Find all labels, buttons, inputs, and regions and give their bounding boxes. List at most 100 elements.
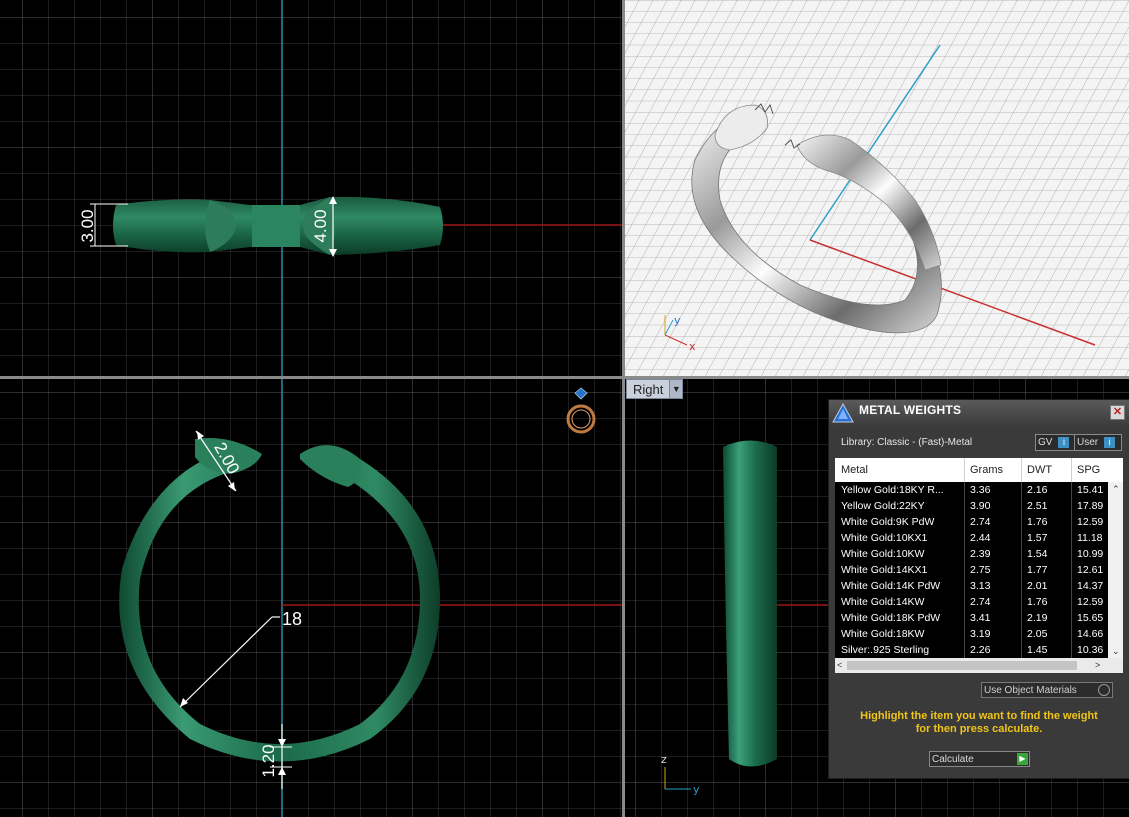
cell-metal: White Gold:9K PdW (841, 516, 935, 528)
axis-y-label: y (674, 314, 681, 327)
cell-metal: White Gold:14KX1 (841, 564, 928, 576)
cell-metal: Yellow Gold:18KY R... (841, 484, 944, 496)
table-row[interactable]: White Gold:14KW 2.74 1.76 12.59 (835, 594, 1123, 610)
cell-spg: 14.66 (1077, 628, 1104, 640)
calculate-button[interactable]: Calculate ▶ (929, 751, 1030, 767)
viewport-top[interactable]: 3.00 4.00 (0, 0, 622, 376)
table-row[interactable]: White Gold:10KX1 2.44 1.57 11.18 (835, 530, 1123, 546)
cell-grams: 3.13 (970, 580, 991, 592)
cell-metal: White Gold:18KW (841, 628, 925, 640)
cell-spg: 12.59 (1077, 596, 1104, 608)
user-toggle[interactable]: User i (1074, 434, 1122, 451)
col-spg[interactable]: SPG (1077, 464, 1100, 476)
cell-dwt: 1.57 (1027, 532, 1048, 544)
scroll-down-icon[interactable]: ⌄ (1112, 646, 1120, 657)
panel-title: METAL WEIGHTS (859, 403, 962, 417)
panel-title-bar[interactable]: METAL WEIGHTS ✕ (829, 400, 1129, 425)
cell-spg: 10.36 (1077, 644, 1104, 656)
dim-top-height: 4.00 (311, 209, 330, 242)
metal-table[interactable]: Metal Grams DWT SPG Yellow Gold:18KY R..… (835, 458, 1123, 673)
cell-metal: Silver:.925 Sterling (841, 644, 930, 656)
cell-grams: 3.41 (970, 612, 991, 624)
cell-metal: Yellow Gold:22KY (841, 500, 925, 512)
table-rows: Yellow Gold:18KY R... 3.36 2.16 15.41 Yellow… (835, 482, 1123, 658)
col-dwt[interactable]: DWT (1027, 464, 1052, 476)
table-row[interactable]: White Gold:18K PdW 3.41 2.19 15.65 (835, 610, 1123, 626)
cell-dwt: 2.05 (1027, 628, 1048, 640)
cell-spg: 12.61 (1077, 564, 1104, 576)
col-metal[interactable]: Metal (841, 464, 868, 476)
cell-spg: 15.41 (1077, 484, 1104, 496)
cell-metal: White Gold:14K PdW (841, 580, 941, 592)
horizontal-scrollbar[interactable]: < > (835, 658, 1123, 673)
col-grams[interactable]: Grams (970, 464, 1003, 476)
top-view-canvas: 3.00 4.00 (0, 0, 622, 376)
table-header: Metal Grams DWT SPG (835, 458, 1123, 483)
viewport-label-text: Right (633, 381, 664, 397)
viewport-divider-vertical[interactable] (622, 0, 625, 817)
cell-dwt: 2.01 (1027, 580, 1048, 592)
cell-grams: 3.36 (970, 484, 991, 496)
cell-grams: 2.74 (970, 516, 991, 528)
axis-z-label: z (661, 753, 667, 766)
cell-dwt: 1.76 (1027, 516, 1048, 528)
cell-spg: 15.65 (1077, 612, 1104, 624)
hint-line-1: Highlight the item you want to find the … (860, 710, 1098, 722)
viewport-divider-horizontal[interactable] (0, 376, 1129, 379)
calculate-label: Calculate (932, 753, 974, 765)
gv-toggle[interactable]: GV i (1035, 434, 1075, 451)
table-row[interactable]: Silver:.925 Sterling 2.26 1.45 10.36 (835, 642, 1123, 658)
cell-dwt: 2.51 (1027, 500, 1048, 512)
table-row[interactable]: White Gold:9K PdW 2.74 1.76 12.59 (835, 514, 1123, 530)
table-row[interactable]: White Gold:14K PdW 3.13 2.01 14.37 (835, 578, 1123, 594)
scroll-right-icon[interactable]: > (1095, 660, 1100, 670)
cell-spg: 12.59 (1077, 516, 1104, 528)
radio-icon[interactable] (1098, 684, 1110, 696)
table-row[interactable]: Yellow Gold:18KY R... 3.36 2.16 15.41 (835, 482, 1123, 498)
info-icon: i (1104, 437, 1116, 448)
cell-grams: 2.74 (970, 596, 991, 608)
table-row[interactable]: Yellow Gold:22KY 3.90 2.51 17.89 (835, 498, 1123, 514)
table-row[interactable]: White Gold:18KW 3.19 2.05 14.66 (835, 626, 1123, 642)
metal-weights-panel: METAL WEIGHTS ✕ Library: Classic - (Fast… (828, 399, 1129, 779)
scroll-left-icon[interactable]: < (837, 660, 842, 670)
cell-spg: 10.99 (1077, 548, 1104, 560)
viewport-label-right[interactable]: Right ▼ (626, 379, 684, 399)
axis-y-label-right: y (693, 783, 700, 796)
hint-text: Highlight the item you want to find the … (829, 710, 1129, 736)
table-row[interactable]: White Gold:14KX1 2.75 1.77 12.61 (835, 562, 1123, 578)
cell-spg: 11.18 (1077, 532, 1103, 544)
cell-grams: 2.39 (970, 548, 991, 560)
cell-metal: White Gold:14KW (841, 596, 925, 608)
scroll-up-icon[interactable]: ⌃ (1112, 484, 1120, 495)
dim-top-width: 3.00 (78, 209, 97, 242)
library-label: Library: Classic - (Fast)-Metal (841, 437, 973, 448)
cell-dwt: 2.19 (1027, 612, 1048, 624)
cell-dwt: 1.76 (1027, 596, 1048, 608)
table-row[interactable]: White Gold:10KW 2.39 1.54 10.99 (835, 546, 1123, 562)
cell-metal: White Gold:10KX1 (841, 532, 928, 544)
chevron-down-icon[interactable]: ▼ (669, 380, 683, 398)
close-icon[interactable]: ✕ (1110, 405, 1125, 420)
cell-grams: 2.26 (970, 644, 991, 656)
viewport-perspective[interactable]: y x (625, 0, 1129, 376)
viewport-front[interactable]: 2.00 18 1.20 (0, 379, 622, 817)
cell-grams: 3.90 (970, 500, 991, 512)
scroll-thumb[interactable] (847, 661, 1077, 670)
play-icon: ▶ (1017, 753, 1028, 765)
ring-right-shape (723, 440, 777, 767)
use-object-materials-toggle[interactable]: Use Object Materials (981, 682, 1113, 698)
cell-spg: 14.37 (1077, 580, 1104, 592)
dim-front-diameter: 18 (282, 609, 302, 629)
gv-label: GV (1038, 437, 1053, 448)
cell-dwt: 2.16 (1027, 484, 1048, 496)
cell-grams: 3.19 (970, 628, 991, 640)
cell-grams: 2.75 (970, 564, 991, 576)
dim-front-thickness: 1.20 (259, 744, 278, 777)
vertical-scrollbar[interactable]: ⌃ ⌄ (1108, 482, 1123, 658)
user-label: User (1077, 437, 1099, 448)
perspective-canvas: y x (625, 0, 1129, 376)
cell-metal: White Gold:18K PdW (841, 612, 941, 624)
cell-grams: 2.44 (970, 532, 991, 544)
cell-dwt: 1.45 (1027, 644, 1048, 656)
